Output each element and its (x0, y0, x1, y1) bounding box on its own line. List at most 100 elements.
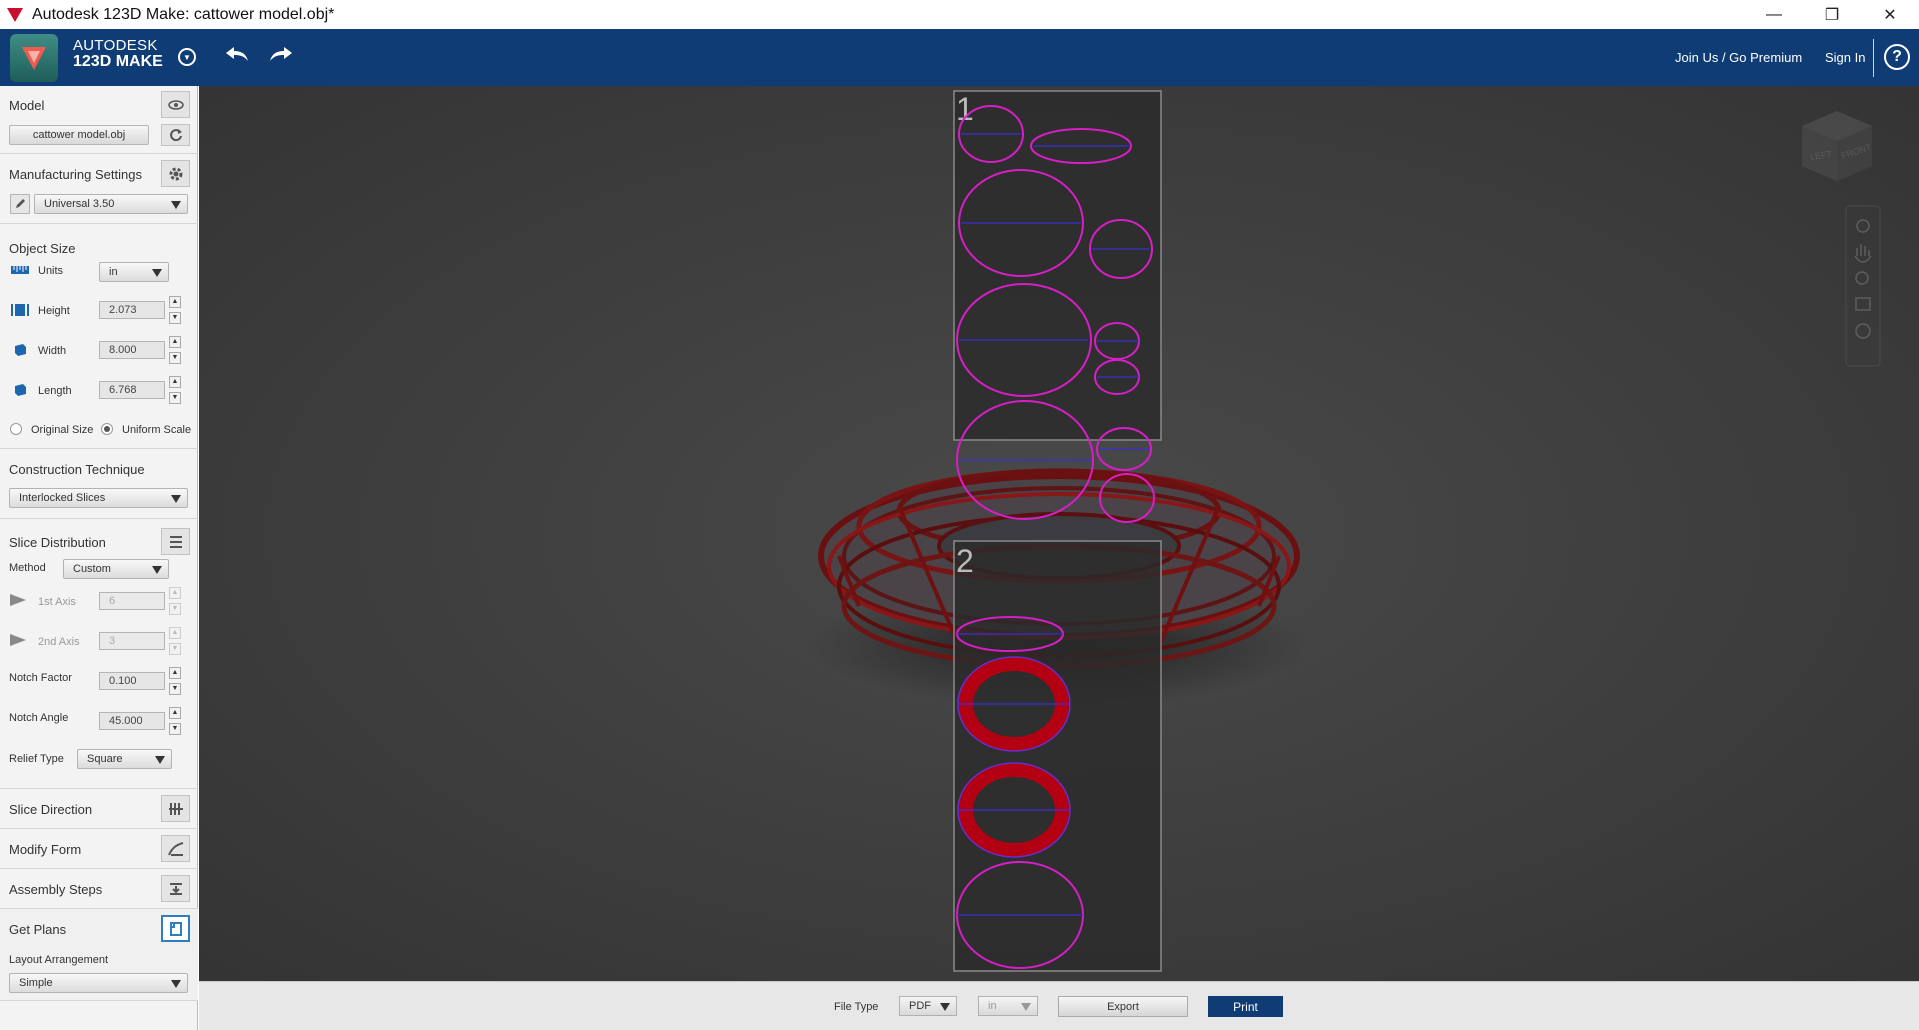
eye-icon (167, 99, 184, 110)
length-icon (15, 384, 26, 396)
relief-type-value: Square (87, 753, 123, 765)
edit-profile-button[interactable] (10, 194, 30, 214)
close-button[interactable]: ✕ (1861, 0, 1919, 29)
layout-arrangement-dropdown[interactable]: Simple (9, 973, 188, 993)
brand-line1: AUTODESK (73, 37, 158, 54)
construction-section: Construction Technique Interlocked Slice… (0, 449, 198, 519)
units-value: in (109, 266, 118, 278)
object-size-section: Object Size Units in Height 2.073 ▲ ▼ Wid… (0, 224, 198, 449)
slice-direction-icon (168, 802, 183, 815)
modify-form-button[interactable] (161, 835, 190, 862)
length-stepper[interactable]: ▲ ▼ (169, 376, 181, 404)
notch-factor-label: Notch Factor (9, 672, 72, 684)
sign-in-link[interactable]: Sign In (1825, 50, 1865, 65)
layout-arrangement-label: Layout Arrangement (9, 954, 109, 966)
modify-form-section: Modify Form (0, 829, 198, 869)
assembly-steps-icon (169, 882, 182, 895)
units-dropdown[interactable]: in (99, 262, 169, 282)
first-axis-stepper[interactable]: ▲ ▼ (169, 587, 181, 615)
width-label: Width (38, 345, 67, 357)
relief-type-label: Relief Type (9, 753, 64, 765)
3d-viewport[interactable]: 1 2 LEFT FRONT (199, 86, 1919, 981)
scene-canvas[interactable]: 1 2 LEFT FRONT (199, 86, 1919, 981)
notch-factor-input[interactable]: 0.100 (99, 672, 165, 690)
print-button[interactable]: Print (1208, 996, 1283, 1017)
help-icon[interactable]: ? (1884, 44, 1910, 70)
second-axis-icon (10, 634, 26, 646)
uniform-scale-radio[interactable] (101, 423, 113, 435)
plans-bottom-bar: File Type PDF in Export Print (199, 981, 1919, 1030)
get-plans-button[interactable] (161, 915, 190, 942)
app-logo-icon[interactable] (10, 34, 58, 82)
app-header: AUTODESK 123D MAKE ▼ Join Us / Go Premiu… (0, 29, 1919, 86)
manufacturing-settings-button[interactable] (161, 160, 190, 187)
method-label: Method (9, 562, 46, 574)
brand: AUTODESK 123D MAKE (73, 38, 163, 70)
sheet-number-1: 1 (956, 91, 974, 127)
brand-line2: 123D MAKE (73, 53, 163, 70)
window-title: Autodesk 123D Make: cattower model.obj* (32, 5, 335, 23)
height-icon (11, 304, 29, 316)
notch-angle-label: Notch Angle (9, 712, 69, 724)
construction-title: Construction Technique (9, 462, 145, 477)
file-type-dropdown[interactable]: PDF (899, 996, 957, 1016)
model-file-button[interactable]: cattower model.obj (9, 125, 149, 145)
notch-factor-stepper[interactable]: ▲ ▼ (169, 667, 181, 695)
second-axis-stepper[interactable]: ▲ ▼ (169, 627, 181, 655)
second-axis-input[interactable]: 3 (99, 632, 165, 650)
restore-button[interactable]: ❐ (1803, 0, 1861, 29)
units-ruler-icon (11, 266, 29, 274)
first-axis-input[interactable]: 6 (99, 592, 165, 610)
original-size-radio[interactable] (10, 423, 22, 435)
manufacturing-title: Manufacturing Settings (9, 167, 142, 182)
export-units-value: in (988, 1000, 997, 1012)
undo-icon[interactable] (224, 44, 250, 64)
list-icon (169, 535, 182, 548)
slice-direction-button[interactable] (161, 795, 190, 822)
method-dropdown[interactable]: Custom (63, 559, 169, 579)
export-units-dropdown[interactable]: in (978, 996, 1038, 1016)
app-logo-icon (7, 7, 23, 22)
redo-icon[interactable] (268, 44, 294, 64)
document-icon (169, 921, 182, 936)
visibility-button[interactable] (161, 91, 190, 118)
modify-form-icon (167, 841, 183, 856)
height-input[interactable]: 2.073 (99, 301, 165, 319)
gear-icon (169, 167, 182, 180)
assembly-steps-title: Assembly Steps (9, 882, 103, 897)
slice-distribution-button[interactable] (161, 528, 190, 555)
construction-dropdown[interactable]: Interlocked Slices (9, 488, 188, 508)
app-menu-dropdown-icon[interactable]: ▼ (178, 48, 196, 66)
slice-direction-title: Slice Direction (9, 802, 93, 817)
slice-distribution-section: Slice Distribution Method Custom 1st Axi… (0, 519, 198, 789)
object-size-title: Object Size (9, 241, 76, 256)
relief-type-dropdown[interactable]: Square (77, 749, 172, 769)
notch-angle-input[interactable]: 45.000 (99, 712, 165, 730)
width-stepper[interactable]: ▲ ▼ (169, 336, 181, 364)
slice-direction-section: Slice Direction (0, 789, 198, 829)
layout-arrangement-value: Simple (19, 977, 53, 989)
window-titlebar: Autodesk 123D Make: cattower model.obj* … (0, 0, 1919, 29)
length-label: Length (38, 385, 72, 397)
file-type-value: PDF (909, 1000, 931, 1012)
second-axis-label: 2nd Axis (38, 636, 80, 648)
width-input[interactable]: 8.000 (99, 341, 165, 359)
machine-profile-dropdown[interactable]: Universal 3.50 (34, 194, 188, 214)
minimize-button[interactable]: — (1745, 0, 1803, 29)
assembly-steps-button[interactable] (161, 875, 190, 902)
construction-value: Interlocked Slices (19, 492, 106, 504)
refresh-icon (169, 129, 182, 142)
reload-button[interactable] (161, 124, 190, 146)
assembly-steps-section: Assembly Steps (0, 869, 198, 909)
plan-sheet-2[interactable]: 2 (953, 540, 1162, 972)
height-stepper[interactable]: ▲ ▼ (169, 296, 181, 324)
length-input[interactable]: 6.768 (99, 381, 165, 399)
units-label: Units (38, 265, 64, 277)
join-premium-link[interactable]: Join Us / Go Premium (1675, 50, 1802, 65)
notch-angle-stepper[interactable]: ▲ ▼ (169, 707, 181, 735)
export-button[interactable]: Export (1058, 996, 1188, 1017)
original-size-label: Original Size (31, 424, 94, 436)
manufacturing-section: Manufacturing Settings Universal 3.50 (0, 154, 198, 224)
machine-profile-value: Universal 3.50 (44, 198, 115, 210)
file-type-label: File Type (834, 1001, 879, 1013)
